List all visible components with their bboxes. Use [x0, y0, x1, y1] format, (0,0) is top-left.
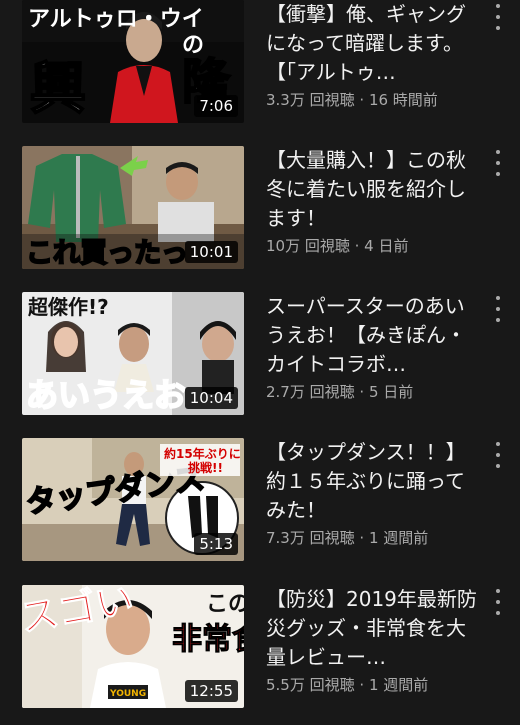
meta-separator: ·: [354, 676, 369, 694]
view-count: 10万 回視聴: [266, 237, 350, 255]
video-item[interactable]: YOUNG スゴい この 非常食 12:55 【防災】2019年最新防災グッズ・…: [0, 585, 520, 725]
video-thumbnail[interactable]: YOUNG スゴい この 非常食 12:55: [22, 585, 244, 708]
video-meta: 7.3万 回視聴 · 1 週間前: [266, 527, 481, 548]
video-thumbnail[interactable]: タップダンス 約15年ぶりに 挑戦!! 5:13: [22, 438, 244, 561]
meta-separator: ·: [354, 383, 369, 401]
thumb-text-3: 興: [30, 57, 86, 122]
upload-age: 1 週間前: [368, 676, 429, 694]
video-title[interactable]: スーパースターのあいうえお！【みきぽん・カイトコラボ…: [266, 292, 481, 379]
upload-age: 4 日前: [364, 237, 409, 255]
upload-age: 16 時間前: [368, 91, 438, 109]
more-options-icon[interactable]: [490, 150, 506, 176]
view-count: 3.3万 回視聴: [266, 91, 355, 109]
view-count: 5.5万 回視聴: [266, 676, 355, 694]
video-info[interactable]: 【防災】2019年最新防災グッズ・非常食を大量レビュー… 5.5万 回視聴 · …: [266, 585, 481, 695]
video-meta: 3.3万 回視聴 · 16 時間前: [266, 89, 481, 110]
svg-text:YOUNG: YOUNG: [109, 689, 146, 699]
meta-separator: ·: [354, 529, 369, 547]
thumb-text-1: アルトゥロ・ウイ: [28, 7, 204, 32]
more-options-icon[interactable]: [490, 296, 506, 322]
view-count: 2.7万 回視聴: [266, 383, 355, 401]
duration-badge: 7:06: [194, 95, 238, 117]
duration-badge: 10:01: [184, 241, 238, 263]
video-list: アルトゥロ・ウイ の 興 隆 7:06 【衝撃】俺、ギャングになって暗躍します。…: [0, 0, 520, 708]
video-info[interactable]: 【衝撃】俺、ギャングになって暗躍します。【「アルトゥ… 3.3万 回視聴 · 1…: [266, 0, 481, 110]
video-meta: 2.7万 回視聴 · 5 日前: [266, 381, 481, 402]
video-item[interactable]: アルトゥロ・ウイ の 興 隆 7:06 【衝撃】俺、ギャングになって暗躍します。…: [0, 0, 520, 140]
meta-separator: ·: [354, 91, 369, 109]
video-meta: 5.5万 回視聴 · 1 週間前: [266, 674, 481, 695]
duration-badge: 5:13: [194, 533, 238, 555]
video-thumbnail[interactable]: 超傑作!? あいうえお 10:04: [22, 292, 244, 415]
duration-badge: 10:04: [184, 387, 238, 409]
thumb-text-3: 非常食: [172, 622, 244, 657]
video-item[interactable]: 超傑作!? あいうえお 10:04 スーパースターのあいうえお！【みきぽん・カイ…: [0, 292, 520, 432]
upload-age: 1 週間前: [368, 529, 429, 547]
video-thumbnail[interactable]: アルトゥロ・ウイ の 興 隆 7:06: [22, 0, 244, 123]
video-meta: 10万 回視聴 · 4 日前: [266, 235, 481, 256]
more-options-icon[interactable]: [490, 4, 506, 30]
video-item[interactable]: タップダンス 約15年ぶりに 挑戦!! 5:13 【タップダンス！！】約１５年ぶ…: [0, 438, 520, 578]
video-title[interactable]: 【大量購入！】この秋冬に着たい服を紹介します！: [266, 146, 481, 233]
video-thumbnail[interactable]: これ買ったっ 10:01: [22, 146, 244, 269]
thumb-text-2: この: [206, 592, 244, 617]
upload-age: 5 日前: [368, 383, 414, 401]
video-info[interactable]: 【タップダンス！！】約１５年ぶりに踊ってみた！ 7.3万 回視聴 · 1 週間前: [266, 438, 481, 548]
meta-separator: ·: [349, 237, 365, 255]
thumb-text-3: 挑戦!!: [188, 460, 223, 475]
video-title[interactable]: 【防災】2019年最新防災グッズ・非常食を大量レビュー…: [266, 585, 481, 672]
video-info[interactable]: 【大量購入！】この秋冬に着たい服を紹介します！ 10万 回視聴 · 4 日前: [266, 146, 481, 256]
more-options-icon[interactable]: [490, 589, 506, 615]
view-count: 7.3万 回視聴: [266, 529, 355, 547]
thumb-text-1: これ買ったっ: [26, 238, 188, 269]
more-options-icon[interactable]: [490, 442, 506, 468]
duration-badge: 12:55: [184, 680, 238, 702]
thumb-text-2: 約15年ぶりに: [164, 446, 241, 461]
thumb-text-2: あいうえお: [26, 376, 186, 414]
video-title[interactable]: 【タップダンス！！】約１５年ぶりに踊ってみた！: [266, 438, 481, 525]
thumb-text-1: 超傑作!?: [27, 295, 109, 319]
video-title[interactable]: 【衝撃】俺、ギャングになって暗躍します。【「アルトゥ…: [266, 0, 481, 87]
video-info[interactable]: スーパースターのあいうえお！【みきぽん・カイトコラボ… 2.7万 回視聴 · 5…: [266, 292, 481, 402]
video-item[interactable]: これ買ったっ 10:01 【大量購入！】この秋冬に着たい服を紹介します！ 10万…: [0, 146, 520, 286]
